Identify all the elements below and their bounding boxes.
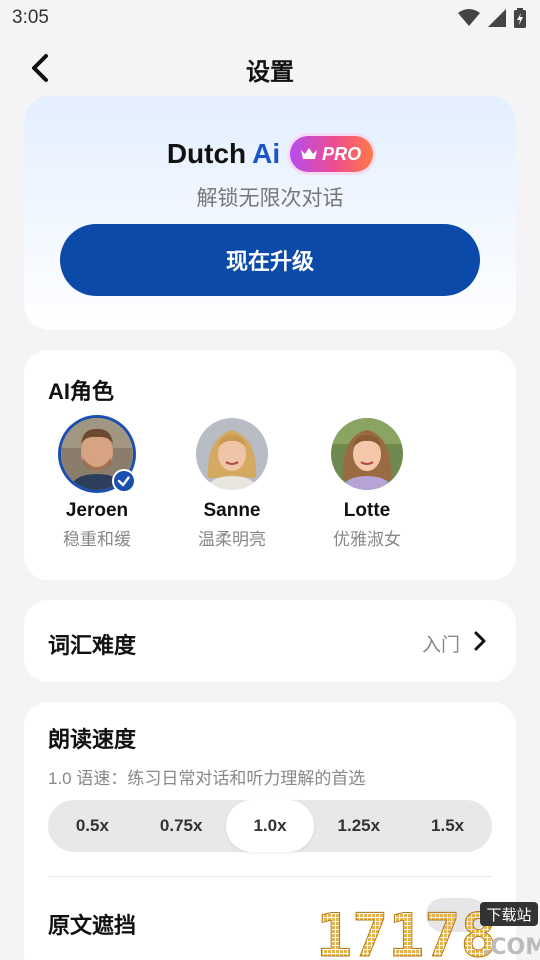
header: 设置 xyxy=(0,40,540,96)
divider xyxy=(48,876,492,877)
ai-role-title: AI角色 xyxy=(48,379,115,404)
role-name: Sanne xyxy=(203,500,261,521)
status-time: 3:05 xyxy=(12,7,49,28)
svg-text:.COM: .COM xyxy=(482,935,540,960)
role-sanne[interactable]: Sanne 温柔明亮 xyxy=(177,418,287,550)
role-name: Lotte xyxy=(343,500,391,521)
speed-option-0-75x[interactable]: 0.75x xyxy=(137,800,226,852)
selected-check-icon xyxy=(112,469,136,493)
text-mask-title: 原文遮挡 xyxy=(48,913,137,938)
speed-option-1-25x[interactable]: 1.25x xyxy=(314,800,403,852)
role-desc: 稳重和缓 xyxy=(63,530,131,549)
pro-badge-label: PRO xyxy=(322,143,362,164)
avatar-lotte xyxy=(331,418,403,490)
cellular-signal-icon xyxy=(488,9,506,27)
vocabulary-difficulty-row[interactable]: 词汇难度 入门 xyxy=(24,600,516,682)
upgrade-button[interactable]: 现在升级 xyxy=(60,224,480,296)
brand-name-dutch: Dutch xyxy=(166,138,247,169)
ai-role-card: AI角色 Jeroen 稳重和缓 Sanne 温柔明亮 Lotte 优雅淑女 xyxy=(24,350,516,580)
watermark-logo: 17178 下载站 .COM xyxy=(316,898,540,960)
status-bar: 3:05 xyxy=(0,0,540,36)
avatar-jeroen xyxy=(61,418,136,493)
role-lotte[interactable]: Lotte 优雅淑女 xyxy=(312,418,422,550)
brand-name-ai: Ai xyxy=(252,138,281,169)
wifi-icon xyxy=(458,9,480,26)
status-icons xyxy=(458,8,526,28)
speed-option-1-0x[interactable]: 1.0x xyxy=(225,800,315,852)
vocabulary-title: 词汇难度 xyxy=(48,633,137,658)
pro-subtitle: 解锁无限次对话 xyxy=(196,187,344,210)
role-desc: 温柔明亮 xyxy=(198,530,266,549)
crown-icon xyxy=(301,148,318,159)
reading-speed-desc: 1.0 语速：练习日常对话和听力理解的首选 xyxy=(48,769,366,788)
role-desc: 优雅淑女 xyxy=(333,530,401,549)
page-title: 设置 xyxy=(246,59,294,86)
role-name: Jeroen xyxy=(65,500,129,521)
vocabulary-value: 入门 xyxy=(421,635,460,656)
avatar-sanne xyxy=(196,418,268,490)
battery-charging-icon xyxy=(514,8,526,28)
svg-text:17178: 17178 xyxy=(316,901,497,960)
speed-segmented-control: 0.5x 0.75x 1.0x 1.25x 1.5x xyxy=(48,800,492,852)
reading-speed-title: 朗读速度 xyxy=(48,727,137,752)
role-jeroen[interactable]: Jeroen 稳重和缓 xyxy=(42,418,152,550)
speed-option-1-5x[interactable]: 1.5x xyxy=(403,800,492,852)
pro-upgrade-card: Dutch Ai PRO 解锁无限次对话 现在升级 xyxy=(24,96,516,330)
pro-title-row: Dutch Ai PRO xyxy=(24,136,516,172)
pro-badge: PRO xyxy=(290,136,374,172)
speed-option-0-5x[interactable]: 0.5x xyxy=(48,800,137,852)
svg-text:下载站: 下载站 xyxy=(486,906,531,924)
chevron-right-icon xyxy=(474,631,486,651)
